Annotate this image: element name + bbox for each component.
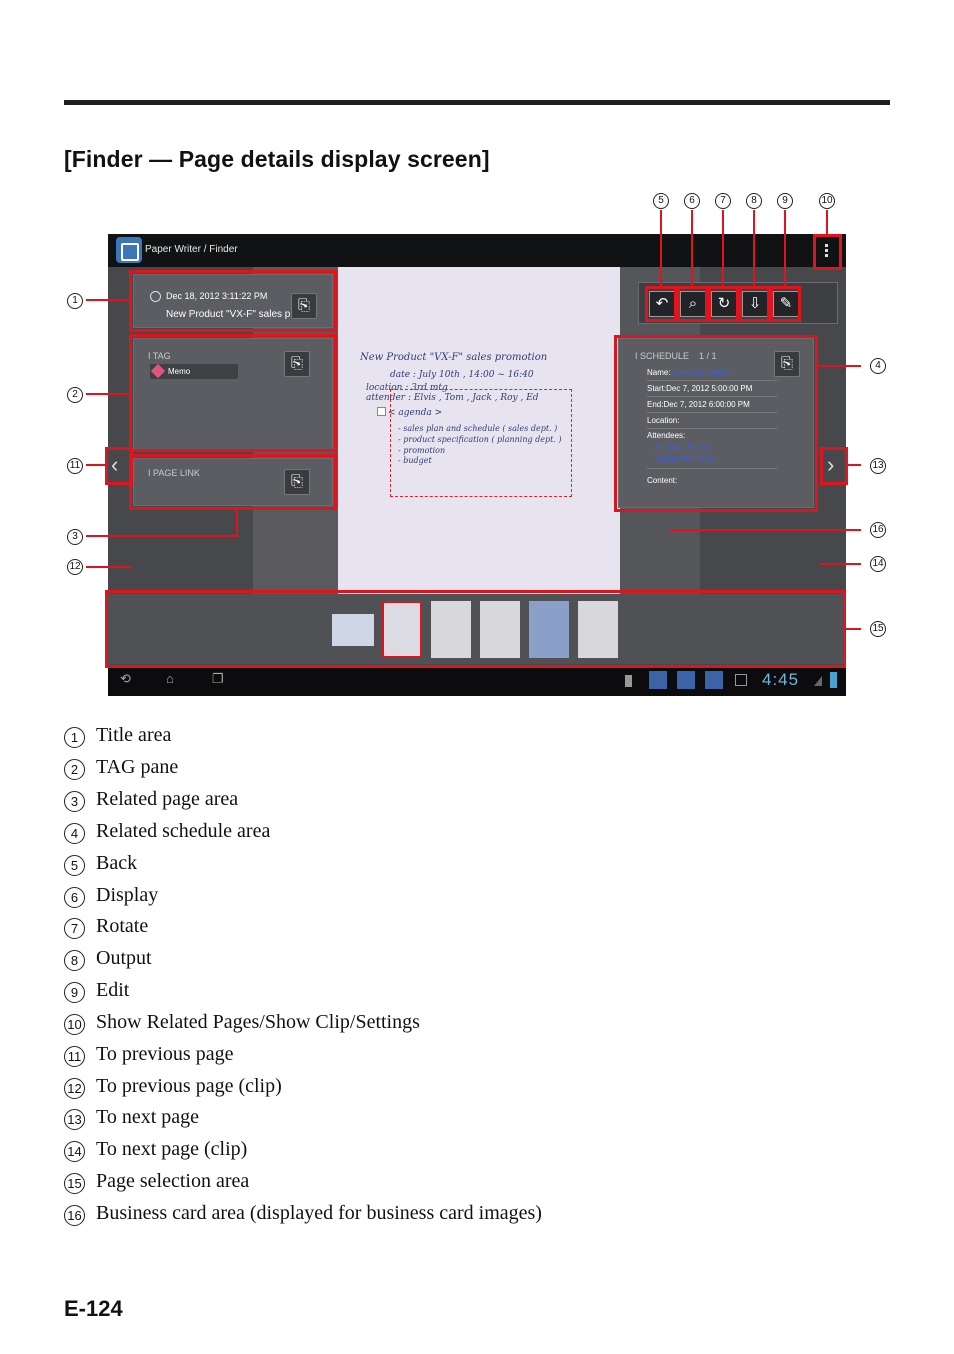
leader-line	[86, 566, 131, 568]
leader-line	[86, 393, 130, 395]
handwriting-line: date : July 10th , 14:00 ~ 16:40	[390, 370, 534, 380]
callout-box-back	[645, 286, 677, 322]
callout-13: 13	[870, 458, 886, 474]
section-heading: [Finder — Page details display screen]	[64, 146, 490, 172]
leader-line	[670, 529, 861, 531]
battery-icon	[830, 672, 837, 688]
app-logo-icon	[116, 237, 142, 263]
recents-nav-icon[interactable]: ❐	[212, 671, 224, 687]
leader-line	[86, 299, 130, 301]
page-image[interactable]: New Product "VX-F" sales promotion date …	[338, 267, 620, 602]
leader-line	[820, 563, 861, 565]
leader-line	[236, 510, 238, 537]
callout-5: 5	[653, 193, 669, 209]
app-notification-icon[interactable]	[705, 671, 723, 689]
leader-line	[817, 365, 861, 367]
leader-line	[845, 628, 861, 630]
callout-2: 2	[67, 387, 83, 403]
callout-3: 3	[67, 529, 83, 545]
system-nav-bar: ⟲ ⌂ ❐ 4:45	[108, 666, 846, 696]
callout-box-page-selection	[105, 590, 846, 668]
callout-box-schedule	[614, 335, 818, 512]
leader-line	[784, 210, 786, 288]
callout-11: 11	[67, 458, 83, 474]
callout-box-edit	[770, 286, 801, 322]
callout-box-prev	[105, 447, 133, 485]
callout-box-display	[677, 286, 708, 322]
status-clock: 4:45	[762, 670, 800, 689]
sd-card-icon	[625, 675, 632, 687]
callout-8: 8	[746, 193, 762, 209]
leader-line	[722, 210, 724, 288]
callout-box-title-area	[129, 270, 337, 332]
callout-box-next	[820, 447, 848, 485]
leader-line	[753, 210, 755, 288]
callout-box-output	[739, 286, 770, 322]
callout-box-tag-pane	[129, 334, 337, 452]
callout-1: 1	[67, 293, 83, 309]
callout-box-rotate	[708, 286, 739, 322]
leader-line	[826, 210, 828, 236]
signal-icon	[814, 676, 822, 686]
callout-15: 15	[870, 621, 886, 637]
callout-9: 9	[777, 193, 793, 209]
leader-line	[86, 464, 106, 466]
clip-marker-icon	[377, 407, 386, 416]
callout-6: 6	[684, 193, 700, 209]
callout-7: 7	[715, 193, 731, 209]
handwriting-line: New Product "VX-F" sales promotion	[360, 352, 548, 363]
callout-4: 4	[870, 358, 886, 374]
top-rule	[64, 100, 890, 105]
back-nav-icon[interactable]: ⟲	[120, 671, 131, 687]
leader-line	[86, 535, 238, 537]
page-number: E-124	[64, 1296, 123, 1321]
app-title: Paper Writer / Finder	[145, 244, 238, 255]
gallery-icon	[735, 674, 747, 686]
callout-14: 14	[870, 556, 886, 572]
leader-line	[691, 210, 693, 288]
clip-region[interactable]	[390, 389, 572, 497]
home-nav-icon[interactable]: ⌂	[166, 671, 174, 686]
app-bar: Paper Writer / Finder	[108, 234, 846, 267]
app-notification-icon[interactable]	[649, 671, 667, 689]
leader-line	[847, 464, 861, 466]
leader-line	[660, 210, 662, 288]
callout-16: 16	[870, 522, 886, 538]
callout-box-page-link	[129, 454, 337, 510]
callout-12: 12	[67, 559, 83, 575]
app-notification-icon[interactable]	[677, 671, 695, 689]
callout-10: 10	[819, 193, 835, 209]
callout-box-overflow	[813, 234, 842, 270]
